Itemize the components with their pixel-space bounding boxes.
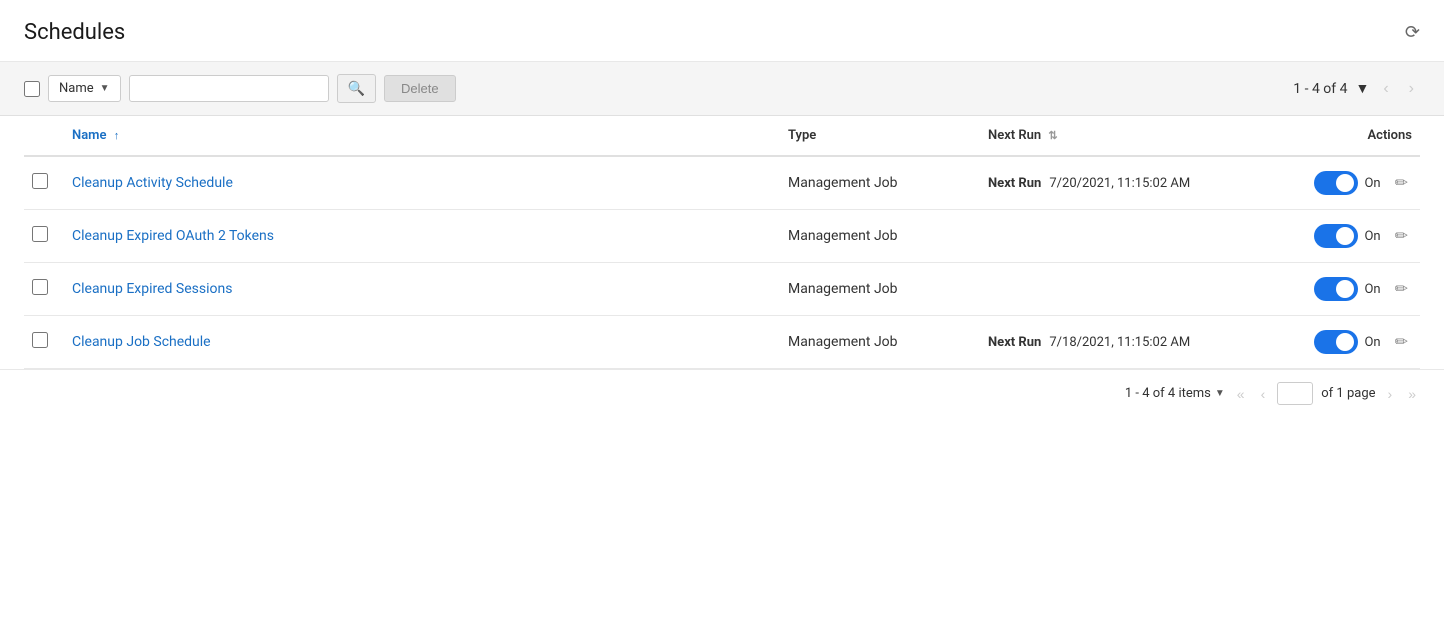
row-name-cell: Cleanup Job Schedule: [64, 316, 780, 369]
toggle-label-2: On: [1364, 282, 1380, 297]
toggle-slider-1: [1314, 224, 1358, 248]
schedule-link-2[interactable]: Cleanup Expired Sessions: [72, 281, 232, 297]
toggle-slider-0: [1314, 171, 1358, 195]
toggle-wrapper-1: On: [1314, 224, 1380, 248]
row-type-cell: Management Job: [780, 210, 980, 263]
search-icon: 🔍: [348, 80, 365, 96]
next-page-button[interactable]: ›: [1403, 78, 1420, 100]
toggle-label-3: On: [1364, 335, 1380, 350]
row-actions-cell: On ✏: [1300, 316, 1420, 369]
last-page-button[interactable]: »: [1404, 384, 1420, 404]
schedule-link-3[interactable]: Cleanup Job Schedule: [72, 334, 211, 350]
toggle-label-0: On: [1364, 176, 1380, 191]
row-checkbox-cell: [24, 316, 64, 369]
delete-button[interactable]: Delete: [384, 75, 456, 102]
row-nextrun-cell: [980, 263, 1300, 316]
row-name-cell: Cleanup Expired OAuth 2 Tokens: [64, 210, 780, 263]
table-row: Cleanup Expired Sessions Management Job: [24, 263, 1420, 316]
next-page-button-footer[interactable]: ›: [1384, 384, 1397, 404]
table-row: Cleanup Expired OAuth 2 Tokens Managemen…: [24, 210, 1420, 263]
footer-page-range: 1 - 4 of 4 items ▼: [1125, 386, 1225, 401]
row-nextrun-cell: [980, 210, 1300, 263]
toggle-3[interactable]: [1314, 330, 1358, 354]
table-header-row: Name ↑ Type Next Run ⇅ Actions: [24, 116, 1420, 156]
col-header-nextrun[interactable]: Next Run ⇅: [980, 116, 1300, 156]
page-title: Schedules: [24, 20, 125, 45]
table-container: Name ↑ Type Next Run ⇅ Actions Cleanup A…: [0, 116, 1444, 369]
prev-page-button[interactable]: ‹: [1377, 78, 1394, 100]
search-button[interactable]: 🔍: [337, 74, 376, 103]
footer-pagination: 1 - 4 of 4 items ▼ « ‹ 1 of 1 page › »: [0, 369, 1444, 417]
filter-chevron-icon: ▼: [100, 83, 110, 94]
filter-label: Name: [59, 81, 94, 96]
toggle-0[interactable]: [1314, 171, 1358, 195]
select-all-checkbox[interactable]: [24, 81, 40, 97]
prev-page-button-footer[interactable]: ‹: [1257, 384, 1270, 404]
row-actions-cell: On ✏: [1300, 263, 1420, 316]
next-run-value: 7/20/2021, 11:15:02 AM: [1049, 176, 1190, 191]
row-actions-cell: On ✏: [1300, 210, 1420, 263]
row-type-cell: Management Job: [780, 263, 980, 316]
row-checkbox-1[interactable]: [32, 226, 48, 242]
next-run-label: Next Run: [988, 176, 1041, 191]
pagination-dropdown-icon[interactable]: ▼: [1355, 80, 1369, 97]
row-nextrun-cell: Next Run 7/18/2021, 11:15:02 AM: [980, 316, 1300, 369]
next-run-value: 7/18/2021, 11:15:02 AM: [1049, 335, 1190, 350]
page-total: of 1 page: [1321, 386, 1375, 401]
col-header-checkbox: [24, 116, 64, 156]
search-input[interactable]: [129, 75, 329, 102]
next-run-label: Next Run: [988, 335, 1041, 350]
row-checkbox-cell: [24, 263, 64, 316]
first-page-button[interactable]: «: [1233, 384, 1249, 404]
row-nextrun-cell: Next Run 7/20/2021, 11:15:02 AM: [980, 156, 1300, 210]
toggle-slider-3: [1314, 330, 1358, 354]
footer-pagination-chevron[interactable]: ▼: [1215, 388, 1225, 399]
toggle-2[interactable]: [1314, 277, 1358, 301]
toolbar-left: Name ▼ 🔍 Delete: [24, 74, 1285, 103]
toggle-wrapper-2: On: [1314, 277, 1380, 301]
row-type-cell: Management Job: [780, 316, 980, 369]
edit-button-2[interactable]: ✏: [1391, 277, 1412, 301]
nextrun-sort-icon: ⇅: [1048, 129, 1057, 142]
row-name-cell: Cleanup Expired Sessions: [64, 263, 780, 316]
page-header: Schedules ⟳: [0, 0, 1444, 62]
row-name-cell: Cleanup Activity Schedule: [64, 156, 780, 210]
edit-button-0[interactable]: ✏: [1391, 171, 1412, 195]
schedule-link-0[interactable]: Cleanup Activity Schedule: [72, 175, 233, 191]
row-type-cell: Management Job: [780, 156, 980, 210]
row-checkbox-3[interactable]: [32, 332, 48, 348]
row-checkbox-cell: [24, 210, 64, 263]
table-row: Cleanup Job Schedule Management Job Next…: [24, 316, 1420, 369]
row-actions-cell: On ✏: [1300, 156, 1420, 210]
sort-icon: ↑: [114, 129, 120, 142]
edit-button-3[interactable]: ✏: [1391, 330, 1412, 354]
row-checkbox-0[interactable]: [32, 173, 48, 189]
toggle-wrapper-0: On: [1314, 171, 1380, 195]
toggle-1[interactable]: [1314, 224, 1358, 248]
footer-pagination-label: 1 - 4 of 4 items: [1125, 386, 1211, 401]
toggle-slider-2: [1314, 277, 1358, 301]
schedule-link-1[interactable]: Cleanup Expired OAuth 2 Tokens: [72, 228, 274, 244]
toggle-label-1: On: [1364, 229, 1380, 244]
filter-select[interactable]: Name ▼: [48, 75, 121, 102]
schedules-table: Name ↑ Type Next Run ⇅ Actions Cleanup A…: [24, 116, 1420, 369]
col-header-type: Type: [780, 116, 980, 156]
toolbar: Name ▼ 🔍 Delete 1 - 4 of 4 ▼ ‹ ›: [0, 62, 1444, 116]
toolbar-right: 1 - 4 of 4 ▼ ‹ ›: [1293, 78, 1420, 100]
col-header-actions: Actions: [1300, 116, 1420, 156]
pagination-range: 1 - 4 of 4: [1293, 81, 1347, 97]
page-number-input[interactable]: 1: [1277, 382, 1313, 405]
toggle-wrapper-3: On: [1314, 330, 1380, 354]
edit-button-1[interactable]: ✏: [1391, 224, 1412, 248]
row-checkbox-cell: [24, 156, 64, 210]
table-row: Cleanup Activity Schedule Management Job…: [24, 156, 1420, 210]
history-icon[interactable]: ⟳: [1405, 22, 1420, 43]
col-header-name[interactable]: Name ↑: [64, 116, 780, 156]
row-checkbox-2[interactable]: [32, 279, 48, 295]
